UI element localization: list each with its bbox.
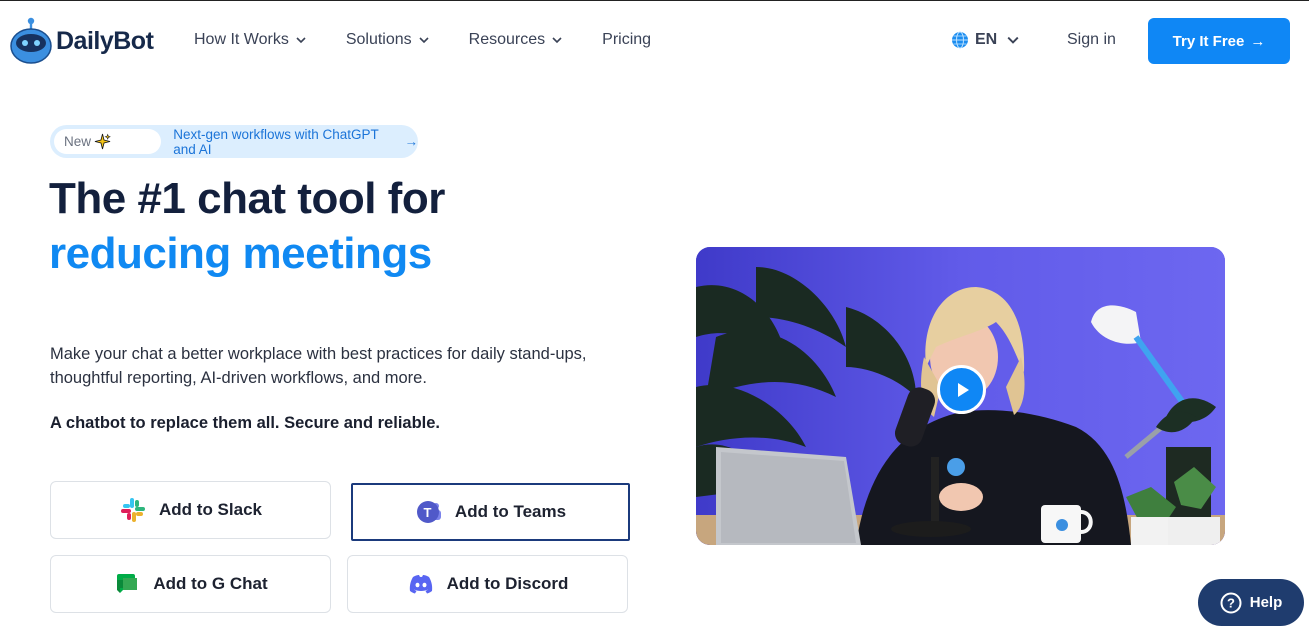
add-to-gchat-button[interactable]: Add to G Chat (50, 555, 331, 613)
nav-label: Resources (468, 31, 546, 48)
nav-label: Pricing (602, 31, 652, 48)
google-chat-icon (113, 570, 141, 598)
discord-icon (407, 570, 435, 598)
sign-in-link[interactable]: Sign in (1067, 31, 1116, 49)
announcement-pill[interactable]: New Next-gen workflows with ChatGPT and … (50, 125, 418, 158)
globe-icon (952, 31, 968, 49)
add-to-slack-label: Add to Slack (159, 500, 262, 519)
main-nav: How It Works Solutions Resources Pricing (194, 31, 691, 49)
add-to-slack-button[interactable]: Add to Slack (50, 481, 331, 539)
svg-text:?: ? (1227, 595, 1235, 610)
brand-logo[interactable]: DailyBot (10, 17, 154, 65)
hero-title-line2: reducing meetings (49, 229, 432, 278)
play-icon (957, 382, 969, 397)
language-label: EN (975, 31, 998, 48)
dailybot-logo-icon (10, 17, 52, 64)
announcement-link[interactable]: Next-gen workflows with ChatGPT and AI → (173, 127, 418, 157)
help-widget-button[interactable]: ? Help (1198, 579, 1304, 626)
hero-description: Make your chat a better workplace with b… (50, 345, 587, 387)
try-it-free-button[interactable]: Try It Free → (1148, 18, 1290, 64)
svg-text:T: T (423, 505, 431, 520)
chevron-down-icon (419, 37, 429, 44)
add-to-teams-button[interactable]: T Add to Teams (351, 483, 630, 541)
site-header: DailyBot How It Works Solutions Resource… (0, 1, 1309, 81)
nav-label: How It Works (194, 31, 289, 48)
chevron-down-icon (296, 37, 306, 44)
nav-item-solutions[interactable]: Solutions (346, 31, 429, 49)
sparkle-icon (94, 133, 111, 150)
nav-item-resources[interactable]: Resources (469, 31, 562, 49)
nav-label: Solutions (345, 31, 412, 48)
help-label: Help (1249, 594, 1283, 611)
chevron-down-icon (552, 37, 562, 44)
add-to-teams-label: Add to Teams (454, 502, 567, 521)
brand-name: DailyBot (56, 26, 154, 55)
hero-title-line1: The #1 chat tool for (49, 174, 445, 223)
add-to-discord-label: Add to Discord (446, 574, 569, 593)
chevron-down-icon (1007, 36, 1019, 44)
language-selector[interactable]: EN (951, 31, 1019, 49)
new-badge-label: New (64, 134, 92, 149)
hero-tagline: A chatbot to replace them all. Secure an… (50, 414, 441, 432)
nav-item-how-it-works[interactable]: How It Works (194, 31, 306, 49)
hero-title: The #1 chat tool for reducing meetings (49, 171, 445, 281)
play-button[interactable] (937, 365, 986, 414)
nav-item-pricing[interactable]: Pricing (602, 31, 651, 49)
new-badge: New (54, 129, 162, 154)
announcement-text: Next-gen workflows with ChatGPT and AI (173, 126, 379, 157)
arrow-right-icon: → (404, 134, 419, 149)
try-it-free-label: Try It Free (1172, 32, 1245, 50)
slack-icon (119, 496, 147, 524)
add-to-gchat-label: Add to G Chat (153, 574, 268, 593)
question-circle-icon: ? (1220, 592, 1242, 613)
add-to-discord-button[interactable]: Add to Discord (347, 555, 628, 613)
arrow-right-icon: → (1250, 32, 1266, 50)
teams-icon: T (415, 498, 443, 526)
